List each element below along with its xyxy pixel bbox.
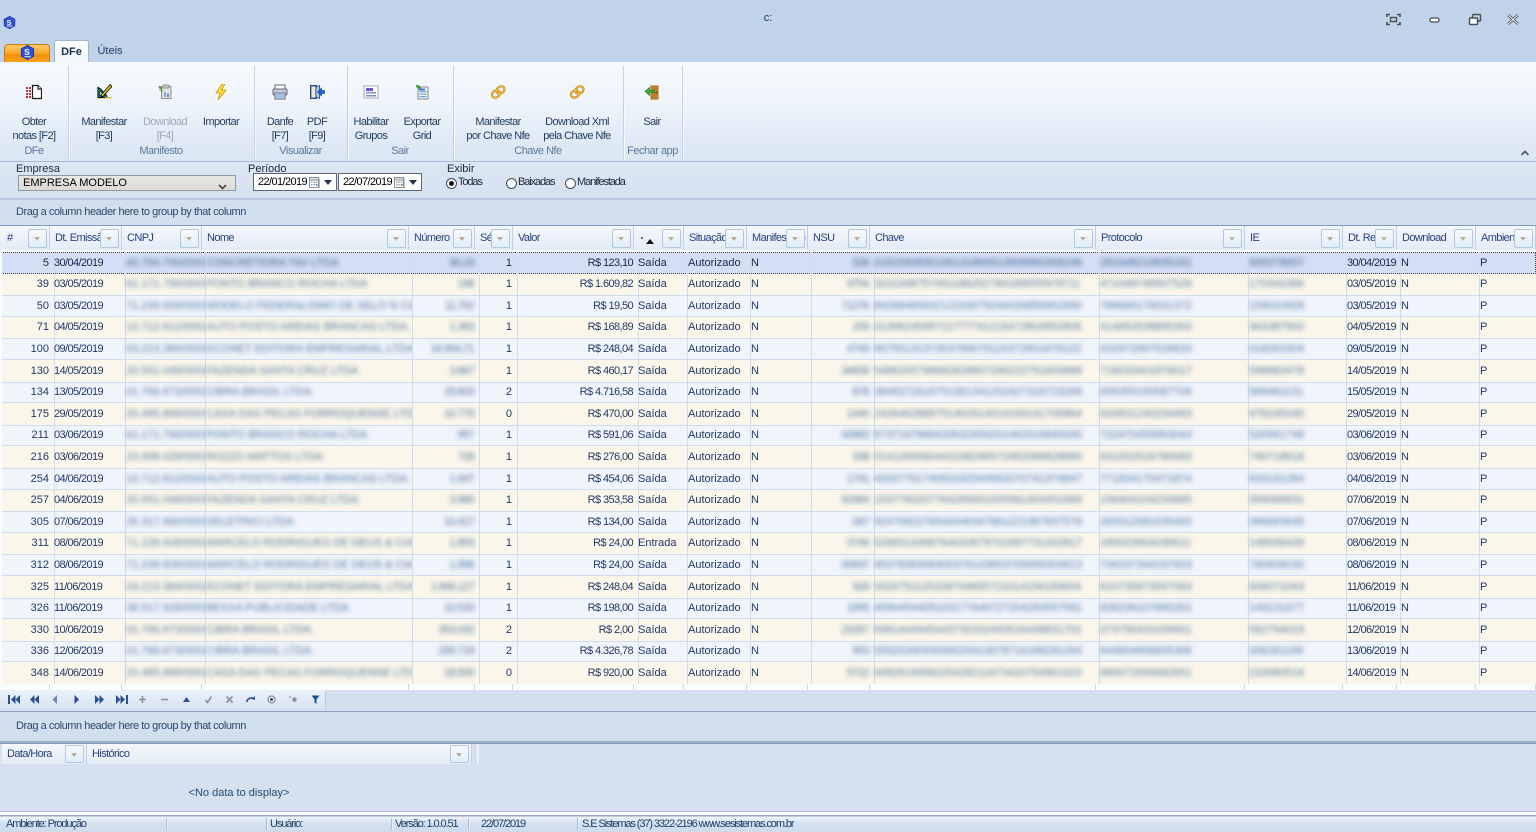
svg-text:S: S: [24, 48, 30, 57]
